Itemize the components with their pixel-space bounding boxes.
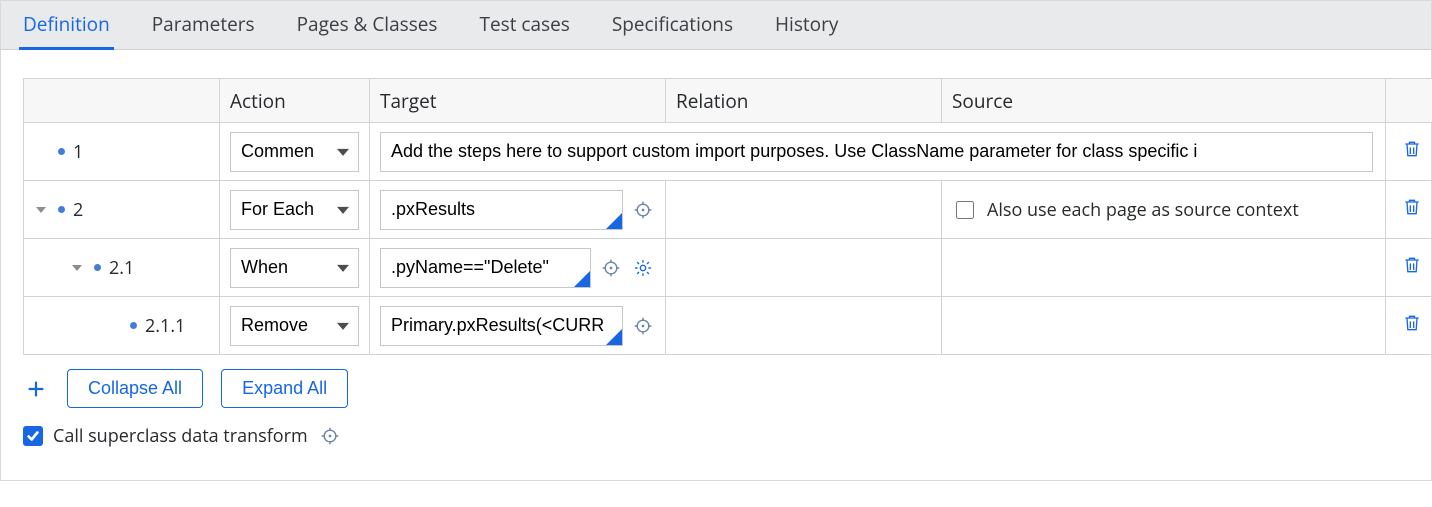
chevron-down-icon[interactable] — [34, 203, 48, 217]
crosshair-icon[interactable] — [599, 256, 623, 280]
col-header-target: Target — [370, 79, 666, 123]
chevron-down-icon[interactable] — [70, 261, 84, 275]
action-select[interactable] — [230, 190, 359, 230]
step-row-2: 2 — [24, 181, 1432, 239]
source-cell — [942, 239, 1386, 297]
bullet-icon — [94, 264, 101, 271]
source-context-label: Also use each page as source context — [987, 198, 1299, 222]
relation-cell — [666, 181, 942, 239]
action-select[interactable] — [230, 248, 359, 288]
col-header-source: Source — [942, 79, 1386, 123]
crosshair-icon[interactable] — [318, 424, 342, 448]
bullet-icon — [58, 206, 65, 213]
table-header-row: Action Target Relation Source — [24, 79, 1432, 123]
bullet-icon — [130, 322, 137, 329]
tab-pages-classes[interactable]: Pages & Classes — [297, 1, 438, 49]
step-row-2-1-1: 2.1.1 — [24, 297, 1432, 355]
crosshair-icon[interactable] — [631, 198, 655, 222]
target-input[interactable] — [380, 306, 623, 346]
source-cell — [942, 297, 1386, 355]
tab-test-cases[interactable]: Test cases — [480, 1, 570, 49]
target-input[interactable] — [380, 248, 591, 288]
superclass-label: Call superclass data transform — [53, 424, 308, 448]
delete-row-button[interactable] — [1401, 138, 1423, 160]
rule-editor-panel: Definition Parameters Pages & Classes Te… — [0, 0, 1432, 481]
expand-all-button[interactable]: Expand All — [221, 369, 348, 408]
step-number: 2.1.1 — [145, 314, 185, 338]
tab-history[interactable]: History — [775, 1, 838, 49]
superclass-checkbox[interactable] — [23, 426, 43, 446]
action-select[interactable] — [230, 132, 359, 172]
crosshair-icon[interactable] — [631, 314, 655, 338]
comment-input[interactable] — [380, 132, 1373, 172]
delete-row-button[interactable] — [1401, 312, 1423, 334]
delete-row-button[interactable] — [1401, 196, 1423, 218]
gear-icon[interactable] — [631, 256, 655, 280]
step-number: 2.1 — [109, 256, 134, 280]
source-context-checkbox[interactable]: Also use each page as source context — [952, 198, 1375, 222]
tab-definition[interactable]: Definition — [23, 1, 110, 49]
target-input[interactable] — [380, 190, 623, 230]
relation-cell — [666, 297, 942, 355]
delete-row-button[interactable] — [1401, 254, 1423, 276]
source-context-checkbox-input[interactable] — [956, 201, 974, 219]
add-row-button[interactable] — [23, 376, 49, 402]
definition-content: Action Target Relation Source 1 — [1, 50, 1431, 480]
col-header-relation: Relation — [666, 79, 942, 123]
bullet-icon — [58, 148, 65, 155]
step-row-2-1: 2.1 — [24, 239, 1432, 297]
step-number: 2 — [73, 198, 83, 222]
superclass-row: Call superclass data transform — [23, 424, 1409, 448]
col-header-delete — [1386, 79, 1432, 123]
table-actions: Collapse All Expand All — [23, 369, 1409, 408]
steps-table: Action Target Relation Source 1 — [23, 78, 1432, 355]
step-number: 1 — [73, 140, 83, 164]
relation-cell — [666, 239, 942, 297]
col-header-step — [24, 79, 220, 123]
step-row-1: 1 — [24, 123, 1432, 181]
tab-specifications[interactable]: Specifications — [612, 1, 733, 49]
tab-bar: Definition Parameters Pages & Classes Te… — [1, 1, 1431, 50]
action-select[interactable] — [230, 306, 359, 346]
tab-parameters[interactable]: Parameters — [152, 1, 255, 49]
col-header-action: Action — [220, 79, 370, 123]
collapse-all-button[interactable]: Collapse All — [67, 369, 203, 408]
